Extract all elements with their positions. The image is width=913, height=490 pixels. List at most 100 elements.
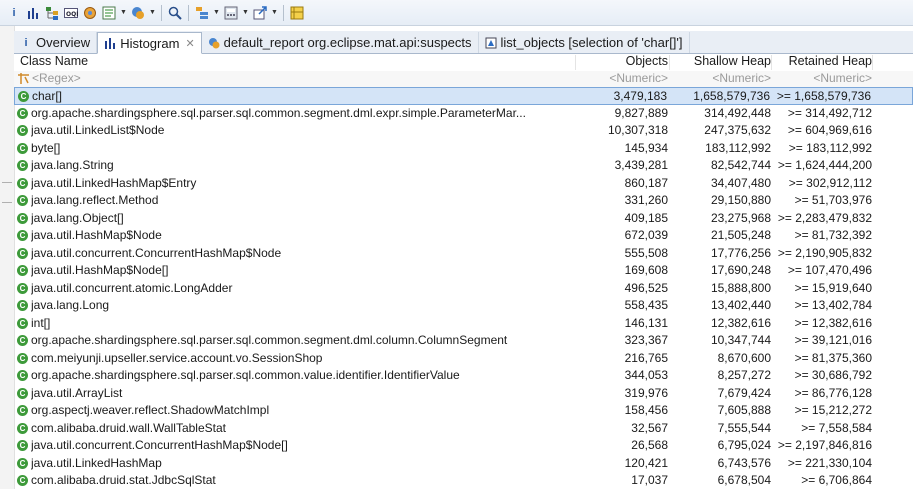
column-divider[interactable] <box>771 55 772 70</box>
table-row[interactable]: Cjava.lang.reflect.Method 331,260 29,150,8… <box>14 192 913 210</box>
column-header-shallow-heap[interactable]: Shallow Heap <box>671 54 771 68</box>
objects-filter-input[interactable]: <Numeric> <box>578 71 668 85</box>
heap-dump-overview-icon[interactable] <box>130 5 146 21</box>
retained-heap-cell: >= 302,912,112 <box>788 175 872 190</box>
table-row[interactable]: Cjava.lang.Long 558,435 13,402,440 >= 13,40… <box>14 297 913 315</box>
histogram-table: Class Name Objects Shallow Heap Retained… <box>14 54 913 489</box>
class-icon: C <box>17 422 28 434</box>
retained-heap-cell: >= 221,330,104 <box>787 455 872 470</box>
table-row[interactable]: Cjava.util.HashMap$Node[] 169,608 17,690,2… <box>14 262 913 280</box>
table-row[interactable]: Cjava.util.concurrent.ConcurrentHashMap$… <box>14 245 913 263</box>
info-icon[interactable]: i <box>6 5 22 21</box>
class-name-cell: java.lang.String <box>31 158 114 172</box>
column-divider[interactable] <box>575 55 576 70</box>
table-row[interactable]: Corg.apache.shardingsphere.sql.parser.sq… <box>14 332 913 350</box>
table-row[interactable]: Ccom.meiyunji.upseller.service.account.v… <box>14 350 913 368</box>
shallow-heap-filter-input[interactable]: <Numeric> <box>671 71 771 85</box>
table-row[interactable]: Corg.apache.shardingsphere.sql.parser.sq… <box>14 105 913 123</box>
tab-list-objects[interactable]: list_objects [selection of 'char[]'] <box>479 32 690 53</box>
class-name-cell: org.apache.shardingsphere.sql.parser.sql… <box>31 333 508 347</box>
table-row[interactable]: Ccom.alibaba.druid.stat.JdbcSqlStat 17,03… <box>14 472 913 490</box>
class-icon: C <box>17 195 28 206</box>
gutter-marker <box>2 182 12 183</box>
objects-cell: 9,827,889 <box>614 105 668 120</box>
tab-label: Overview <box>36 35 91 50</box>
table-row[interactable]: Cint[] 146,131 12,382,616 >= 12,382,616 <box>14 315 913 333</box>
shallow-heap-cell: 247,375,632 <box>704 123 771 137</box>
shallow-heap-cell: 7,555,544 <box>717 420 771 435</box>
table-row[interactable]: Cjava.util.LinkedList$Node 10,307,318 247,… <box>14 122 913 140</box>
calculator-icon[interactable] <box>223 5 239 21</box>
toolbar-separator <box>188 4 189 21</box>
table-row[interactable]: Cbyte[] 145,934 183,112,992 >= 183,112,992 <box>14 140 913 158</box>
table-row[interactable]: Cchar[] 3,479,183 1,658,579,736 >= 1,658,57… <box>14 87 913 105</box>
table-row[interactable]: Cjava.util.concurrent.atomic.LongAdder 49… <box>14 280 913 298</box>
retained-heap-cell: >= 1,624,444,200 <box>777 158 872 172</box>
tab-default-report[interactable]: default_report org.eclipse.mat.api:suspe… <box>202 32 479 53</box>
dominator-tree-icon[interactable] <box>44 5 60 21</box>
export-icon[interactable] <box>252 5 268 21</box>
group-icon[interactable] <box>194 5 210 21</box>
objects-cell: 319,976 <box>624 385 668 400</box>
table-header: Class Name Objects Shallow Heap Retained… <box>14 54 913 72</box>
objects-cell: 558,435 <box>624 298 668 312</box>
column-header-objects[interactable]: Objects <box>578 54 668 68</box>
objects-cell: 120,421 <box>624 455 668 470</box>
report-dropdown-caret-icon[interactable]: ▼ <box>120 5 127 21</box>
class-name-cell: com.alibaba.druid.wall.WallTableStat <box>31 420 226 435</box>
objects-cell: 496,525 <box>624 280 668 295</box>
table-row[interactable]: Corg.aspectj.weaver.reflect.ShadowMatchI… <box>14 402 913 420</box>
objects-cell: 331,260 <box>624 193 668 207</box>
close-icon[interactable]: ✕ <box>185 37 194 50</box>
objects-cell: 10,307,318 <box>607 123 668 137</box>
export-dropdown-caret-icon[interactable]: ▼ <box>271 5 278 21</box>
tab-histogram[interactable]: Histogram ✕ <box>97 32 202 54</box>
column-header-retained-heap[interactable]: Retained Heap <box>772 54 872 68</box>
class-icon: C <box>17 317 28 329</box>
table-row[interactable]: Cjava.util.concurrent.ConcurrentHashMap$… <box>14 437 913 455</box>
objects-cell: 17,037 <box>631 473 668 487</box>
class-icon: C <box>17 230 28 241</box>
retained-heap-filter-input[interactable]: <Numeric> <box>772 71 872 85</box>
table-row[interactable]: Cjava.util.LinkedHashMap$Entry 860,187 34,… <box>14 175 913 193</box>
calculator-dropdown-caret-icon[interactable]: ▼ <box>242 5 249 21</box>
table-row[interactable]: Cjava.lang.Object[] 409,185 23,275,968 >= 2… <box>14 210 913 228</box>
class-icon: C <box>17 300 28 311</box>
shallow-heap-cell: 183,112,992 <box>705 140 771 155</box>
objects-cell: 323,367 <box>624 333 668 347</box>
table-row[interactable]: Ccom.alibaba.druid.wall.WallTableStat 32,… <box>14 420 913 438</box>
column-divider[interactable] <box>872 55 873 70</box>
column-divider[interactable] <box>669 55 670 70</box>
queries-dropdown-caret-icon[interactable]: ▼ <box>149 5 156 21</box>
histogram-icon[interactable] <box>25 5 41 21</box>
class-icon: C <box>17 282 28 294</box>
shallow-heap-cell: 6,743,576 <box>717 455 771 470</box>
retained-heap-cell: >= 81,732,392 <box>794 228 872 242</box>
table-row[interactable]: Cjava.lang.String 3,439,281 82,542,744 >= 1… <box>14 157 913 175</box>
objects-cell: 158,456 <box>624 403 668 417</box>
group-dropdown-caret-icon[interactable]: ▼ <box>213 5 220 21</box>
class-name-cell: char[] <box>32 89 63 103</box>
table-row[interactable]: Corg.apache.shardingsphere.sql.parser.sq… <box>14 367 913 385</box>
class-name-cell: java.util.LinkedHashMap$Entry <box>31 175 197 190</box>
class-icon: C <box>17 247 28 259</box>
class-name-filter-input[interactable]: <Regex> <box>32 71 81 85</box>
shallow-heap-cell: 6,678,504 <box>717 473 771 487</box>
column-header-class-name[interactable]: Class Name <box>20 54 88 68</box>
table-row[interactable]: Cjava.util.ArrayList 319,976 7,679,424 >= 8… <box>14 385 913 403</box>
table-row[interactable]: Cjava.util.HashMap$Node 672,039 21,505,248… <box>14 227 913 245</box>
class-icon: C <box>17 475 28 486</box>
search-icon[interactable] <box>167 5 183 21</box>
shallow-heap-cell: 21,505,248 <box>710 228 771 242</box>
shallow-heap-cell: 17,776,256 <box>710 245 771 260</box>
shallow-heap-cell: 314,492,448 <box>704 105 771 120</box>
oql-icon[interactable]: OQL <box>63 5 79 21</box>
report-icon[interactable] <box>101 5 117 21</box>
retained-heap-cell: >= 604,969,616 <box>787 123 872 137</box>
class-name-cell: java.lang.Long <box>31 298 110 312</box>
table-row[interactable]: Cjava.util.LinkedHashMap 120,421 6,743,576… <box>14 455 913 473</box>
tab-overview[interactable]: i Overview <box>14 32 98 53</box>
retained-heap-cell: >= 15,919,640 <box>794 280 872 295</box>
compare-icon[interactable] <box>289 5 305 21</box>
thread-icon[interactable] <box>82 5 98 21</box>
